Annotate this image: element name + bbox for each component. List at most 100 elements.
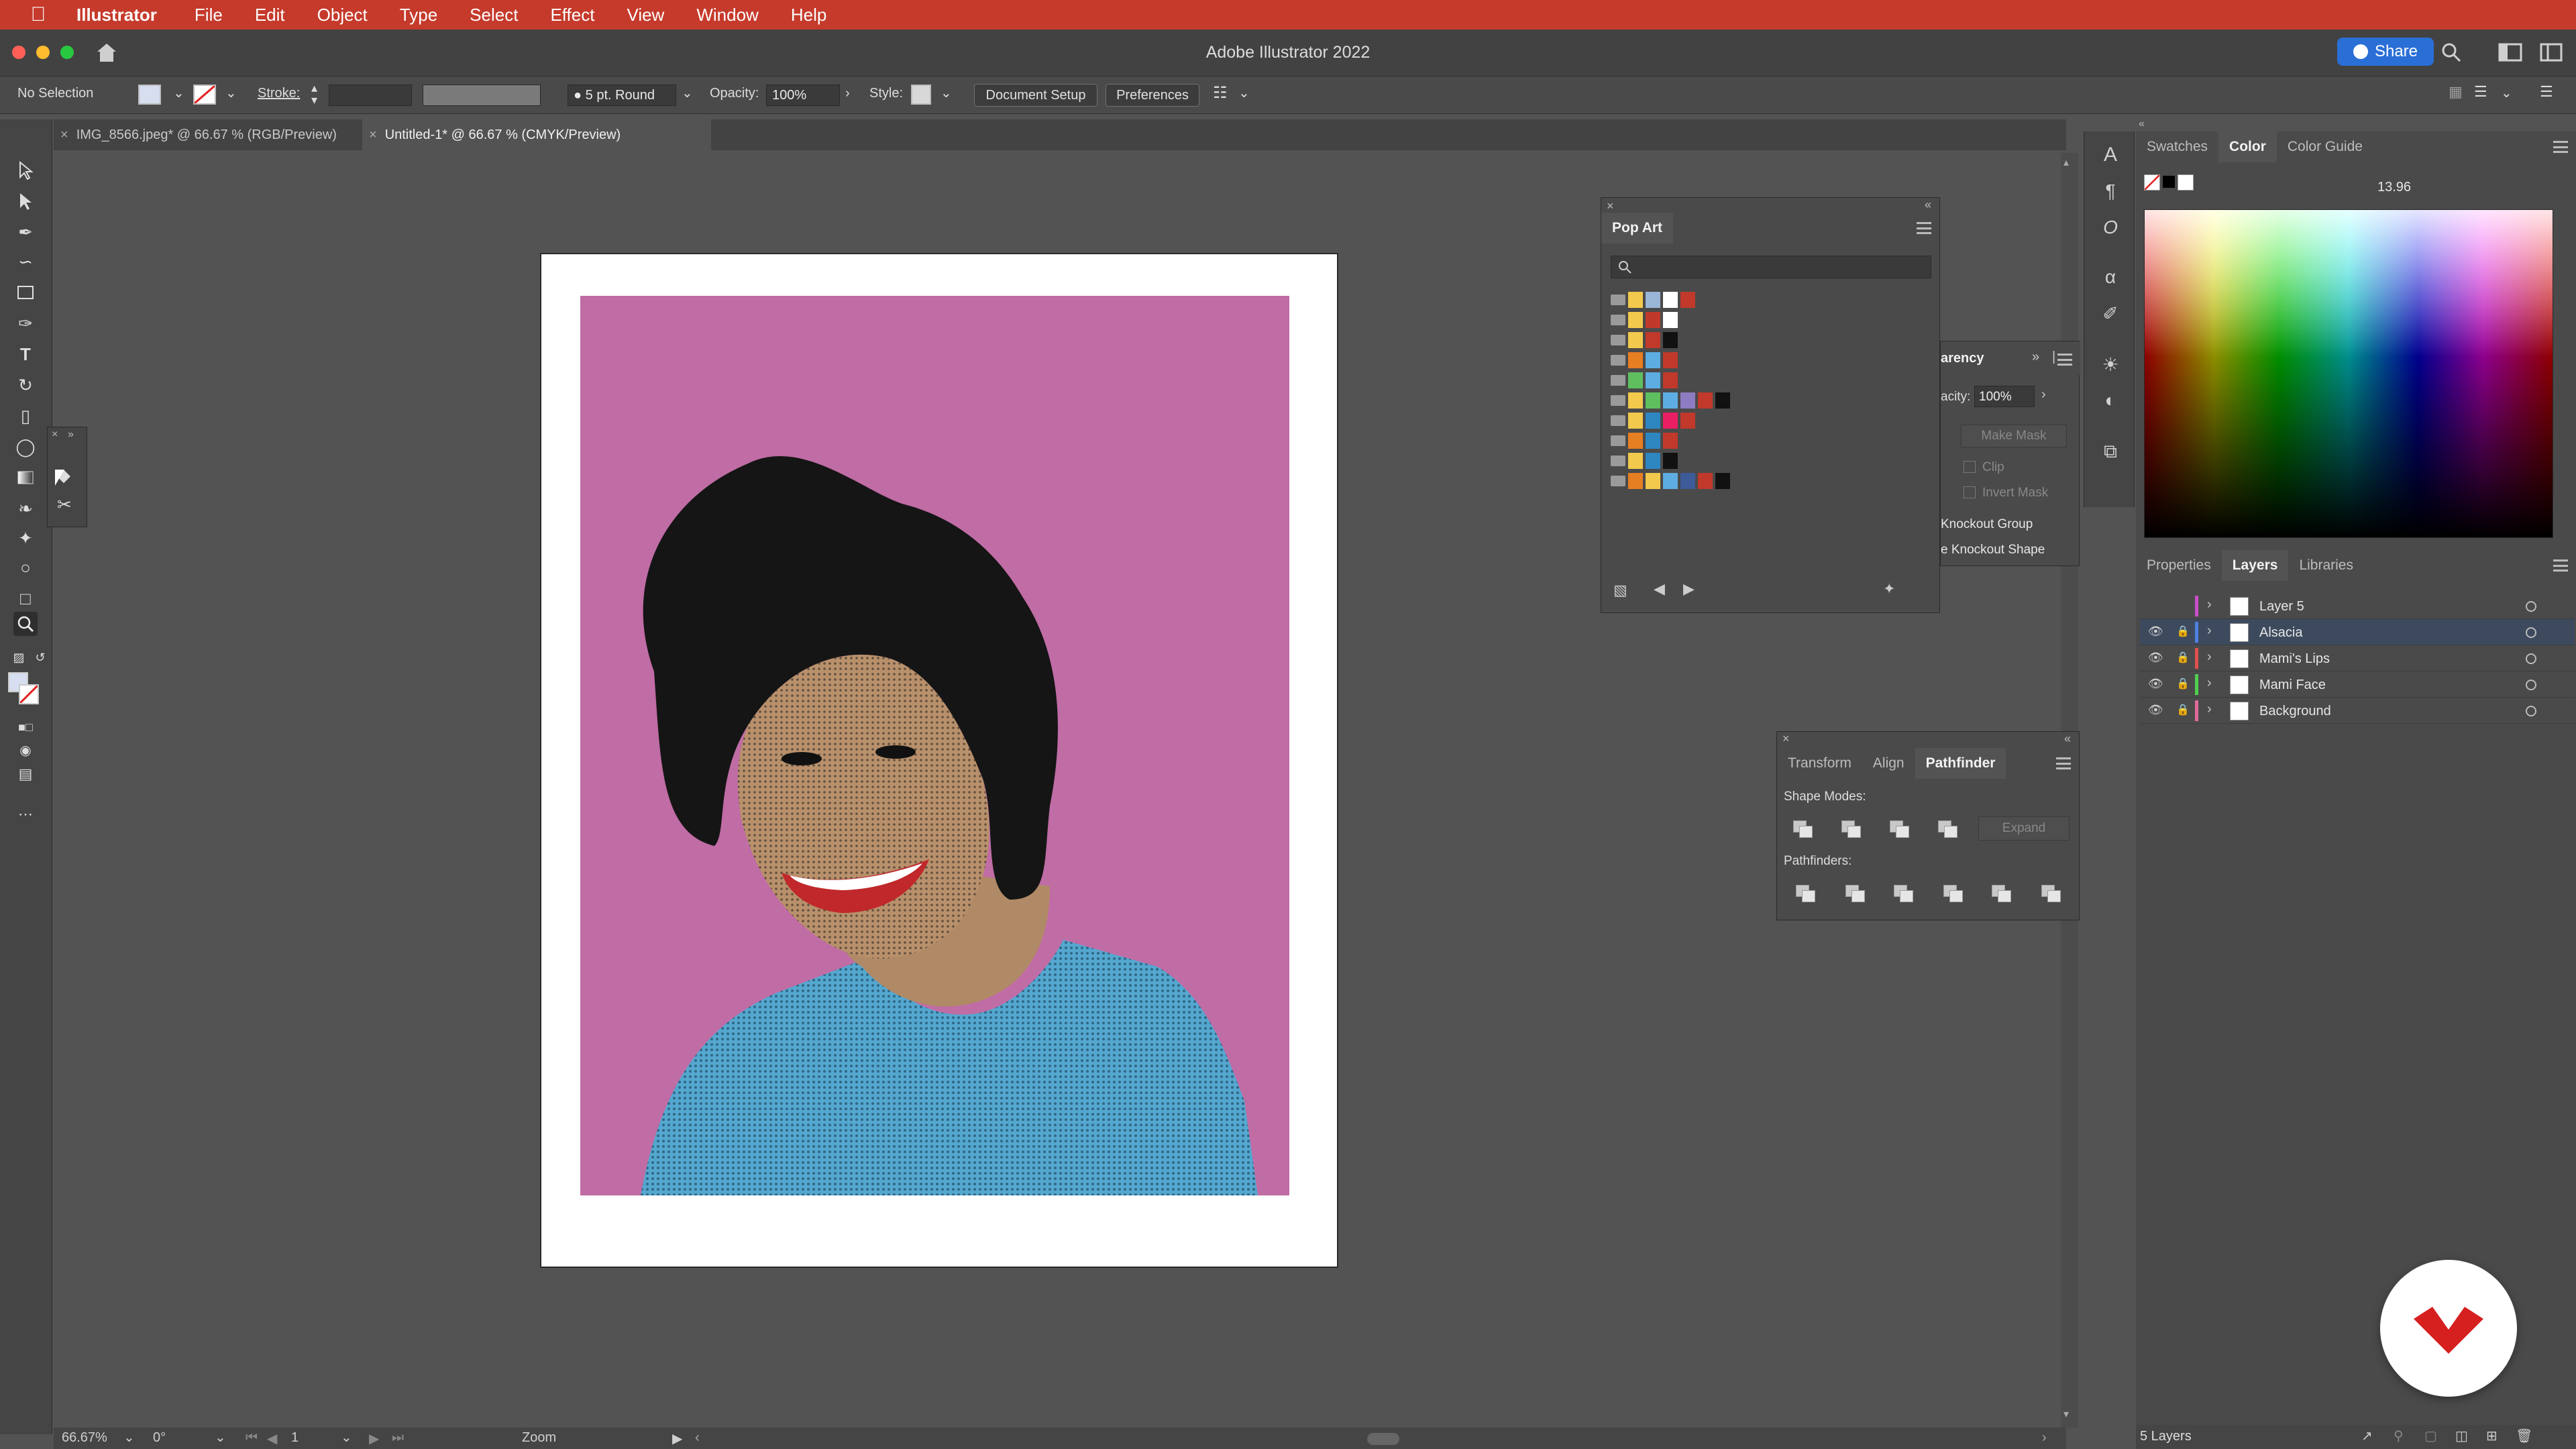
color-spectrum[interactable]	[2144, 209, 2553, 538]
panel-menu-icon[interactable]	[2056, 757, 2071, 769]
tab-layers[interactable]: Layers	[2221, 550, 2289, 581]
layer-row[interactable]: 👁 🔒 › Mami's Lips	[2140, 645, 2575, 672]
merge-icon[interactable]	[1892, 883, 1914, 904]
swap-colors-icon[interactable]: ↺	[28, 645, 52, 669]
color-swatch[interactable]	[1663, 312, 1678, 328]
gradient-tool-icon[interactable]	[13, 466, 38, 490]
exclude-icon[interactable]	[1937, 819, 1958, 839]
color-swatch[interactable]	[1628, 433, 1643, 449]
lock-toggle-icon[interactable]: 🔒	[2176, 625, 2190, 639]
panel-menu-icon[interactable]: ☰	[2540, 83, 2553, 101]
tab-transparency[interactable]: arency	[1941, 351, 1984, 366]
swatch-options-icon[interactable]: ✦	[1883, 580, 1895, 598]
color-swatch[interactable]	[1663, 433, 1678, 449]
apple-icon[interactable]: 	[28, 3, 48, 25]
transparency-icon[interactable]: ◐	[2099, 389, 2122, 412]
target-circle-icon[interactable]	[2526, 627, 2536, 638]
stroke-dropdown-icon[interactable]: ⌄	[225, 85, 237, 101]
make-mask-button[interactable]: Make Mask	[1961, 425, 2067, 447]
color-swatch[interactable]	[1628, 413, 1643, 429]
stroke-swatch[interactable]	[193, 85, 216, 105]
visibility-eye-icon[interactable]: 👁	[2148, 651, 2164, 665]
invert-mask-checkbox[interactable]	[1964, 486, 1976, 498]
color-swatch[interactable]	[1646, 413, 1660, 429]
color-value[interactable]: 13.96	[2377, 180, 2411, 195]
clip-checkbox[interactable]	[1964, 461, 1976, 473]
panel-menu-icon[interactable]	[2553, 559, 2568, 572]
color-swatch[interactable]	[1715, 392, 1730, 409]
swatch-group-folder-icon[interactable]	[1611, 355, 1625, 366]
artboard-number[interactable]: 1	[291, 1430, 299, 1446]
scroll-right-icon[interactable]: ›	[2042, 1430, 2047, 1446]
color-swatch[interactable]	[1646, 433, 1660, 449]
tab-libraries[interactable]: Libraries	[2288, 550, 2364, 581]
lock-toggle-icon[interactable]: 🔒	[2176, 651, 2190, 665]
menu-app[interactable]: Illustrator	[76, 5, 157, 25]
zoom-level[interactable]: 66.67%	[62, 1430, 107, 1446]
close-flyout-icon[interactable]: ×	[52, 429, 58, 441]
white-swatch[interactable]	[2178, 174, 2194, 191]
next-library-icon[interactable]: ▶	[1683, 580, 1695, 598]
zoom-tool-icon[interactable]	[13, 612, 38, 636]
panel-menu-icon[interactable]	[2553, 141, 2568, 153]
visibility-eye-icon[interactable]: 👁	[2148, 625, 2164, 639]
color-swatch[interactable]	[1698, 392, 1713, 409]
menu-window[interactable]: Window	[696, 5, 758, 25]
arrange-documents-icon[interactable]	[2540, 43, 2563, 62]
shape-builder-tool-icon[interactable]: ○	[13, 555, 38, 580]
swatch-group-folder-icon[interactable]	[1611, 435, 1625, 446]
target-circle-icon[interactable]	[2526, 706, 2536, 716]
first-artboard-icon[interactable]: ⏮	[246, 1430, 258, 1446]
swatch-group-folder-icon[interactable]	[1611, 315, 1625, 325]
swatch-group-folder-icon[interactable]	[1611, 476, 1625, 486]
delete-layer-icon[interactable]: 🗑	[2516, 1428, 2532, 1444]
status-menu-icon[interactable]: ▶	[672, 1430, 682, 1447]
color-swatch[interactable]	[1663, 413, 1678, 429]
menu-effect[interactable]: Effect	[550, 5, 594, 25]
previous-artboard-icon[interactable]: ◀	[267, 1430, 277, 1447]
swatch-libraries-icon[interactable]: ▧	[1613, 582, 1627, 599]
arrange-icon[interactable]: ☷	[1213, 83, 1228, 103]
pen-tool-icon[interactable]: ✒	[13, 220, 38, 244]
outline-icon[interactable]	[1990, 883, 2012, 904]
collapse-flyout-icon[interactable]: »	[68, 429, 74, 441]
new-layer-icon[interactable]: ⊞	[2486, 1428, 2498, 1444]
layer-row[interactable]: 👁 🔒 › Background	[2140, 698, 2575, 724]
tab-properties[interactable]: Properties	[2136, 550, 2222, 581]
color-swatch[interactable]	[1628, 453, 1643, 469]
lasso-tool-icon[interactable]: ◯	[13, 435, 38, 459]
align-dropdown-icon[interactable]: ⌄	[2501, 85, 2512, 101]
close-panel-icon[interactable]: ×	[1782, 732, 1790, 746]
stroke-stepper[interactable]: ▴ ▾	[311, 82, 317, 106]
layer-name[interactable]: Mami's Lips	[2259, 651, 2330, 667]
color-swatch[interactable]	[1646, 352, 1660, 368]
panel-menu-icon[interactable]	[1917, 222, 1931, 234]
tab-untitled-1[interactable]: × Untitled-1* @ 66.67 % (CMYK/Preview)	[362, 119, 711, 150]
expand-layer-icon[interactable]: ›	[2207, 623, 2212, 639]
swatch-search-input[interactable]	[1611, 256, 1931, 278]
collapse-panel-icon[interactable]: «	[2139, 118, 2145, 130]
tab-color[interactable]: Color	[2218, 131, 2277, 162]
rotation-value[interactable]: 0°	[153, 1430, 166, 1446]
color-swatch[interactable]	[1680, 392, 1695, 409]
close-panel-icon[interactable]: ×	[1607, 199, 1614, 213]
style-dropdown-icon[interactable]: ⌄	[941, 85, 952, 101]
swatch-group-folder-icon[interactable]	[1611, 395, 1625, 406]
lock-toggle-icon[interactable]: 🔒	[2176, 677, 2190, 692]
menu-help[interactable]: Help	[791, 5, 826, 25]
rotation-dropdown-icon[interactable]: ⌄	[215, 1429, 226, 1446]
tab-transform[interactable]: Transform	[1777, 748, 1862, 779]
swatch-group-folder-icon[interactable]	[1611, 335, 1625, 345]
screen-mode-icon[interactable]: ▤	[13, 762, 38, 786]
visibility-eye-icon[interactable]: 👁	[2148, 703, 2164, 718]
lock-toggle-icon[interactable]	[2176, 598, 2190, 613]
lock-toggle-icon[interactable]: 🔒	[2176, 703, 2190, 718]
tab-img-8566[interactable]: × IMG_8566.jpeg* @ 66.67 % (RGB/Preview)	[54, 119, 362, 150]
layer-row[interactable]: › Layer 5	[2140, 593, 2575, 619]
stroke-label[interactable]: Stroke:	[258, 86, 300, 101]
menu-object[interactable]: Object	[317, 5, 368, 25]
color-swatch[interactable]	[1628, 372, 1643, 388]
color-swatch[interactable]	[1628, 332, 1643, 348]
brush-dropdown-icon[interactable]: ⌄	[682, 85, 693, 101]
color-swatch[interactable]	[1663, 372, 1678, 388]
